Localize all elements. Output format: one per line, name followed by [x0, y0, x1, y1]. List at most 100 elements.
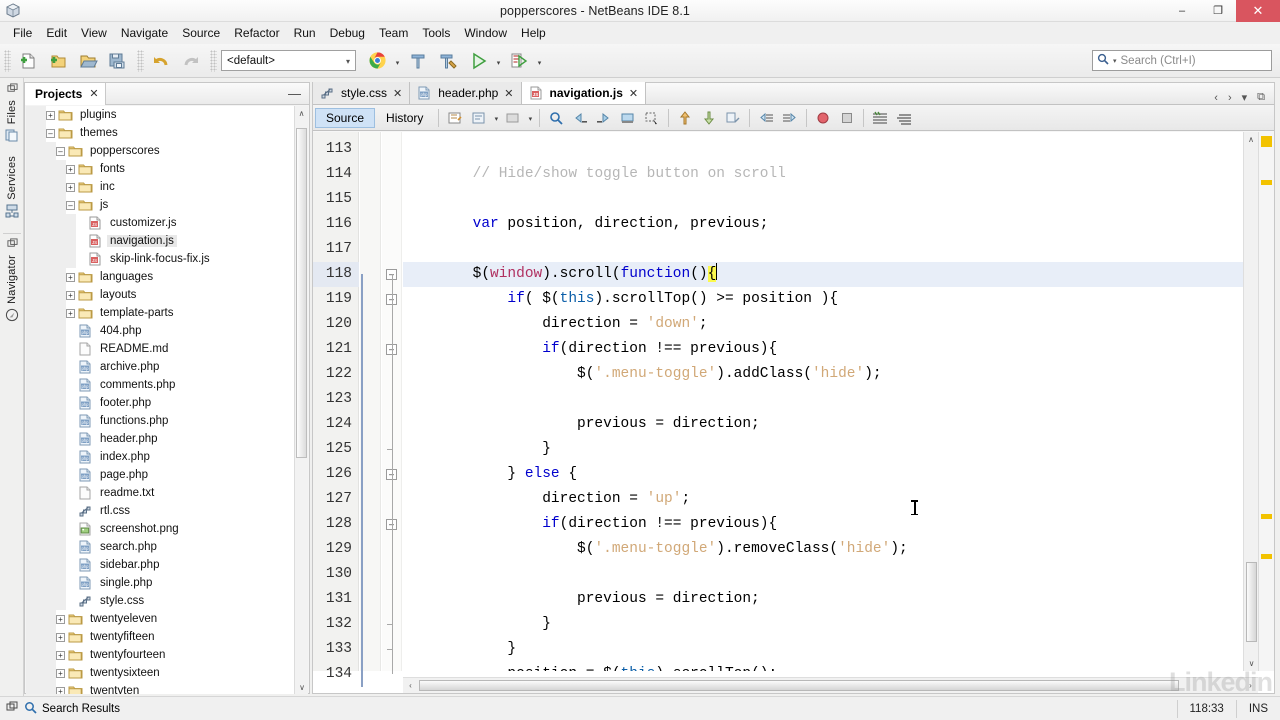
menu-help[interactable]: Help	[514, 23, 553, 43]
close-icon[interactable]: ✕	[629, 87, 638, 100]
close-icon[interactable]: ✕	[504, 87, 513, 100]
tab-scroll-left-icon[interactable]: ‹	[1211, 92, 1221, 104]
toolbar-grip-3[interactable]	[210, 49, 217, 72]
scroll-up-icon[interactable]: ∧	[1244, 132, 1258, 147]
tree-item-plugins[interactable]: + plugins	[26, 106, 295, 124]
menu-run[interactable]: Run	[287, 23, 323, 43]
tree-expand-icon[interactable]: +	[56, 686, 65, 694]
save-all-icon[interactable]	[103, 47, 133, 75]
toolbar-grip[interactable]	[4, 49, 11, 72]
warning-annotation-mark[interactable]	[1261, 180, 1272, 185]
tree-collapse-icon[interactable]: –	[46, 128, 55, 138]
tree-item-404-php[interactable]: php 404.php	[26, 322, 295, 340]
chevron-down-icon-2[interactable]: ▾	[525, 107, 535, 129]
tab-source[interactable]: Source	[315, 107, 376, 128]
tree-item-archive-php[interactable]: php archive.php	[26, 358, 295, 376]
project-tree-scrollbar[interactable]: ∧ ∨	[294, 106, 308, 694]
tree-item-functions-php[interactable]: php functions.php	[26, 412, 295, 430]
tree-item-single-php[interactable]: php single.php	[26, 574, 295, 592]
tree-item-twentyfifteen[interactable]: + twentyfifteen	[26, 628, 295, 646]
tab-history[interactable]: History	[375, 108, 434, 128]
tree-item-page-php[interactable]: php page.php	[26, 466, 295, 484]
previous-bookmark-icon[interactable]	[568, 107, 592, 129]
hscroll-right-icon[interactable]: ›	[1243, 681, 1258, 690]
editor-tab-header-php[interactable]: php header.php ✕	[410, 82, 522, 104]
undo-icon[interactable]	[146, 47, 176, 75]
tree-expand-icon[interactable]: +	[56, 668, 65, 678]
tree-item-navigation-js[interactable]: JS navigation.js	[26, 232, 295, 250]
editor-tab-navigation-js[interactable]: JS navigation.js ✕	[521, 82, 647, 104]
project-tree[interactable]: + plugins – themes – popperscores + fonts + inc – j…	[26, 106, 295, 694]
pin-icon[interactable]	[6, 701, 18, 716]
tab-projects[interactable]: Projects ✕	[25, 82, 106, 105]
tree-expand-icon[interactable]: +	[66, 272, 75, 282]
menu-refactor[interactable]: Refactor	[227, 23, 286, 43]
close-button[interactable]: ✕	[1236, 0, 1280, 22]
next-bookmark-icon[interactable]	[592, 107, 616, 129]
tree-item-screenshot-png[interactable]: screenshot.png	[26, 520, 295, 538]
sidebar-item-files[interactable]: Files	[0, 78, 24, 153]
menu-file[interactable]: File	[6, 23, 39, 43]
tree-item-readme-md[interactable]: README.md	[26, 340, 295, 358]
tree-item-fonts[interactable]: + fonts	[26, 160, 295, 178]
tree-item-sidebar-php[interactable]: php sidebar.php	[26, 556, 295, 574]
tree-expand-icon[interactable]: +	[66, 164, 75, 174]
clean-and-build-icon[interactable]	[433, 47, 463, 75]
tree-item-customizer-js[interactable]: JS customizer.js	[26, 214, 295, 232]
tree-item-skip-link-focus-fix-js[interactable]: JS skip-link-focus-fix.js	[26, 250, 295, 268]
project-configuration-select[interactable]: <default> ▾	[221, 50, 356, 71]
code-text-area[interactable]: // Hide/show toggle button on scroll var…	[403, 132, 1258, 671]
shift-left-icon[interactable]	[467, 107, 491, 129]
tree-collapse-icon[interactable]: –	[56, 146, 65, 156]
shift-line-right-icon[interactable]	[778, 107, 802, 129]
maximize-button[interactable]: ❐	[1200, 0, 1236, 22]
editor-horizontal-scrollbar[interactable]: ‹ ›	[403, 677, 1258, 693]
run-dropdown-arrow[interactable]: ▾	[493, 47, 504, 75]
browser-dropdown-arrow[interactable]: ▾	[392, 47, 403, 75]
debug-dropdown-arrow[interactable]: ▾	[534, 47, 545, 75]
tree-collapse-icon[interactable]: –	[66, 200, 75, 210]
tree-item-languages[interactable]: + languages	[26, 268, 295, 286]
menu-window[interactable]: Window	[457, 23, 514, 43]
scroll-down-icon[interactable]: ∨	[1244, 656, 1259, 671]
vertical-scrollbar-thumb[interactable]	[1246, 562, 1257, 642]
new-project-icon[interactable]	[43, 47, 73, 75]
last-edit-icon[interactable]	[443, 107, 467, 129]
tab-list-icon[interactable]: ▾	[1239, 91, 1251, 104]
menu-debug[interactable]: Debug	[323, 23, 372, 43]
close-icon[interactable]: ✕	[89, 87, 98, 100]
redo-icon[interactable]	[176, 47, 206, 75]
editor-tab-style-css[interactable]: style.css ✕	[313, 82, 411, 104]
horizontal-scrollbar-thumb[interactable]	[419, 680, 1179, 691]
tree-item-search-php[interactable]: php search.php	[26, 538, 295, 556]
scroll-up-icon[interactable]: ∧	[295, 106, 308, 120]
error-annotation-strip[interactable]	[1258, 132, 1274, 671]
tree-expand-icon[interactable]: +	[66, 290, 75, 300]
tree-expand-icon[interactable]: +	[56, 650, 65, 660]
tree-expand-icon[interactable]: +	[56, 614, 65, 624]
menu-team[interactable]: Team	[372, 23, 415, 43]
close-icon[interactable]: ✕	[393, 87, 402, 100]
uncomment-icon[interactable]	[892, 107, 916, 129]
find-selection-icon[interactable]	[544, 107, 568, 129]
tree-item-footer-php[interactable]: php footer.php	[26, 394, 295, 412]
tree-item-index-php[interactable]: php index.php	[26, 448, 295, 466]
tab-search-results[interactable]: Search Results	[24, 701, 120, 717]
tree-item-layouts[interactable]: + layouts	[26, 286, 295, 304]
warning-annotation-mark[interactable]	[1261, 514, 1272, 519]
tree-item-twentyten[interactable]: + twentyten	[26, 682, 295, 694]
toggle-bookmark-icon[interactable]	[616, 107, 640, 129]
toggle-rect-selection-icon[interactable]	[501, 107, 525, 129]
editor-vertical-scrollbar[interactable]: ∧ ∨	[1243, 132, 1258, 671]
tree-item-popperscores[interactable]: – popperscores	[26, 142, 295, 160]
rectangular-selection-icon[interactable]	[640, 107, 664, 129]
tab-scroll-right-icon[interactable]: ›	[1225, 92, 1235, 104]
code-folding-column[interactable]: –––––	[382, 132, 402, 674]
minimize-panel-button[interactable]: —	[288, 87, 309, 100]
menu-navigate[interactable]: Navigate	[114, 23, 175, 43]
hscroll-left-icon[interactable]: ‹	[403, 681, 418, 690]
tree-expand-icon[interactable]: +	[66, 182, 75, 192]
tree-item-comments-php[interactable]: php comments.php	[26, 376, 295, 394]
tree-expand-icon[interactable]: +	[46, 110, 55, 120]
tree-item-js[interactable]: – js	[26, 196, 295, 214]
